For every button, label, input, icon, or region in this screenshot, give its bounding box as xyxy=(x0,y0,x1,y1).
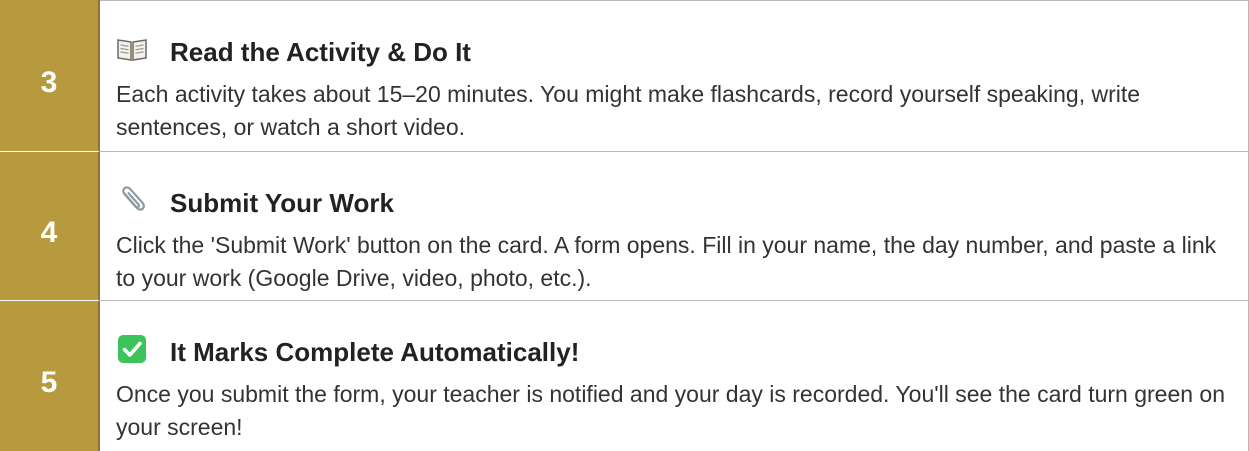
steps-table: 3 Read the Activity & Do It Each activit… xyxy=(0,0,1249,451)
step-number: 5 xyxy=(40,366,58,399)
open-book-icon xyxy=(116,33,148,65)
step-number-cell: 4 xyxy=(0,151,100,300)
step-title: Submit Your Work xyxy=(170,187,394,218)
paperclip-icon xyxy=(116,184,148,216)
step-title: Read the Activity & Do It xyxy=(170,36,471,67)
step-content: Submit Your Work Click the 'Submit Work'… xyxy=(100,151,1249,300)
green-check-icon xyxy=(116,333,148,365)
step-title-row: Read the Activity & Do It xyxy=(116,32,1232,67)
step-description: Once you submit the form, your teacher i… xyxy=(116,381,1226,440)
step-title: It Marks Complete Automatically! xyxy=(170,336,580,367)
step-row: 5 It Marks Complete Automatically! Once … xyxy=(0,300,1249,451)
step-title-row: Submit Your Work xyxy=(116,183,1232,218)
step-number-cell: 3 xyxy=(0,0,100,151)
step-description: Click the 'Submit Work' button on the ca… xyxy=(116,232,1217,291)
step-number-cell: 5 xyxy=(0,300,100,451)
step-content: Read the Activity & Do It Each activity … xyxy=(100,0,1249,151)
step-description: Each activity takes about 15–20 minutes.… xyxy=(116,81,1141,140)
step-number: 4 xyxy=(40,216,58,249)
step-title-row: It Marks Complete Automatically! xyxy=(116,332,1232,367)
step-number: 3 xyxy=(40,65,58,99)
step-row: 4 Submit Your Work Click the 'Submit Wor… xyxy=(0,151,1249,300)
step-row: 3 Read the Activity & Do It Each activit… xyxy=(0,0,1249,151)
step-content: It Marks Complete Automatically! Once yo… xyxy=(100,300,1249,451)
